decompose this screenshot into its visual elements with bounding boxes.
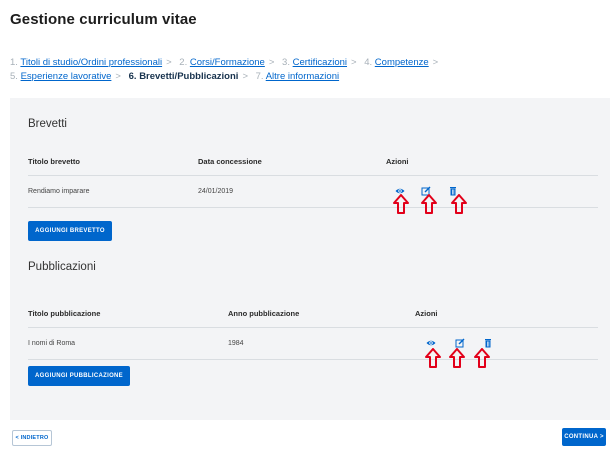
annotation-arrow-icon (474, 348, 490, 368)
column-header-titolo: Titolo brevetto (28, 157, 80, 166)
brevetti-section-title: Brevetti (28, 118, 67, 130)
pubblicazione-anno: 1984 (228, 340, 244, 347)
table-row: Rendiamo imparare 24/01/2019 (28, 176, 598, 208)
add-pubblicazione-button[interactable]: Aggiungi pubblicazione (28, 366, 130, 386)
pubblicazioni-section-title: Pubblicazioni (28, 261, 96, 273)
annotation-arrow-icon (449, 348, 465, 368)
column-header-azioni: Azioni (415, 309, 438, 318)
annotation-arrow-icon (451, 194, 467, 214)
annotation-arrow-icon (393, 194, 409, 214)
table-row: I nomi di Roma 1984 (28, 328, 598, 360)
step-4[interactable]: 4. Competenze > (364, 57, 443, 68)
step-4-link[interactable]: Competenze (375, 57, 429, 68)
continue-button[interactable]: Continua > (562, 428, 606, 446)
pencil-icon[interactable] (455, 338, 465, 348)
step-5[interactable]: 5. Esperienze lavorative > (10, 71, 126, 82)
column-header-azioni: Azioni (386, 157, 409, 166)
step-2[interactable]: 2. Corsi/Formazione > (179, 57, 279, 68)
pubblicazioni-table-header: Titolo pubblicazione Anno pubblicazione … (28, 302, 598, 328)
pubblicazione-titolo: I nomi di Roma (28, 340, 76, 347)
form-panel: Brevetti Titolo brevetto Data concession… (10, 98, 610, 420)
add-brevetto-button[interactable]: Aggiungi brevetto (28, 221, 112, 241)
step-1-link[interactable]: Titoli di studio/Ordini professionali (20, 57, 162, 68)
column-header-anno: Anno pubblicazione (228, 309, 300, 318)
brevetto-data: 24/01/2019 (198, 188, 234, 195)
stepper: 1. Titoli di studio/Ordini professionali… (10, 56, 610, 84)
column-header-data: Data concessione (198, 157, 262, 166)
step-3-link[interactable]: Certificazioni (293, 57, 347, 68)
annotation-arrow-icon (421, 194, 437, 214)
step-3[interactable]: 3. Certificazioni > (282, 57, 362, 68)
step-7-link[interactable]: Altre informazioni (266, 71, 339, 82)
column-header-titolo: Titolo pubblicazione (28, 309, 101, 318)
eye-icon[interactable] (426, 338, 436, 348)
page-title: Gestione curriculum vitae (10, 11, 197, 28)
step-1[interactable]: 1. Titoli di studio/Ordini professionali… (10, 57, 177, 68)
annotation-arrow-icon (425, 348, 441, 368)
step-6-label: Brevetti/Pubblicazioni (139, 71, 239, 82)
step-5-link[interactable]: Esperienze lavorative (21, 71, 112, 82)
brevetto-titolo: Rendiamo imparare (28, 188, 90, 195)
step-6-current: 6. Brevetti/Pubblicazioni > (128, 71, 248, 82)
step-7[interactable]: 7. Altre informazioni (256, 71, 339, 82)
brevetti-table-header: Titolo brevetto Data concessione Azioni (28, 150, 598, 176)
trash-icon[interactable] (483, 338, 493, 348)
step-2-link[interactable]: Corsi/Formazione (190, 57, 265, 68)
back-button[interactable]: < Indietro (12, 430, 52, 446)
